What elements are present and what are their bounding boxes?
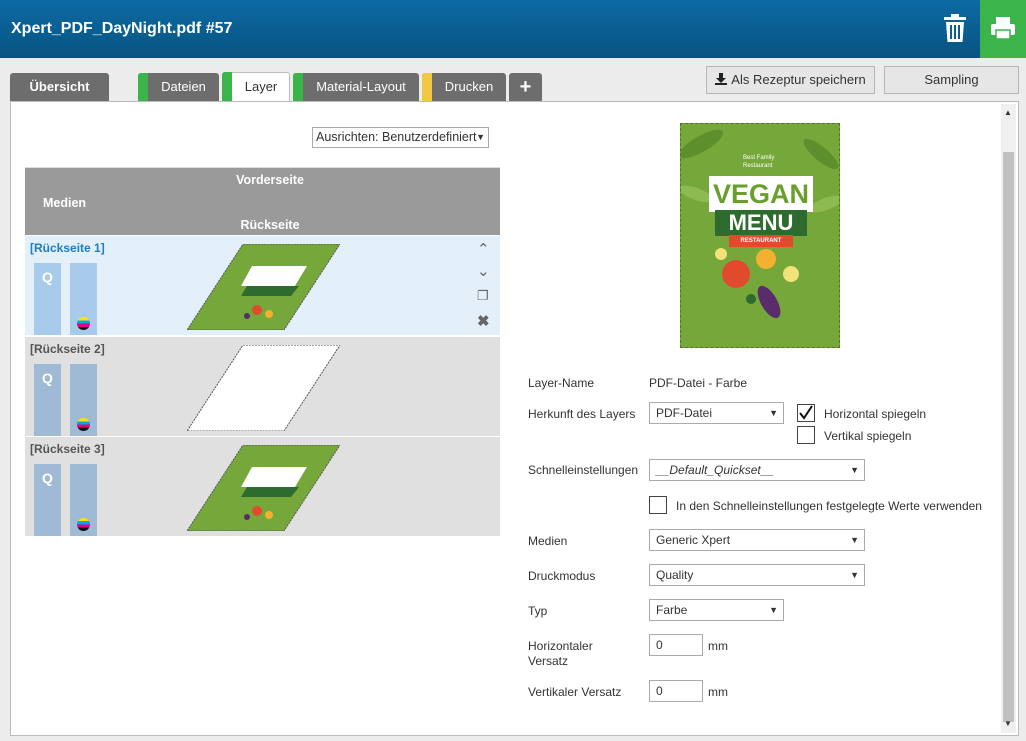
header-front: Vorderseite — [236, 173, 304, 187]
align-dropdown[interactable]: Ausrichten: Benutzerdefiniert ▼ — [312, 127, 489, 148]
title-bar: Xpert_PDF_DayNight.pdf #57 — [0, 0, 1026, 58]
q-strip: Q — [34, 364, 61, 436]
flip-vertical-label: Vertikal spiegeln — [824, 429, 912, 443]
scrollbar[interactable]: ▲ ▼ — [1001, 104, 1016, 733]
color-strip — [70, 364, 97, 436]
quickset-select[interactable]: __Default_Quickset__ ▼ — [649, 459, 865, 481]
move-down-icon[interactable]: ⌄ — [477, 262, 490, 280]
delete-icon[interactable]: ✖ — [477, 312, 490, 330]
layer-row-label: [Rückseite 1] — [30, 241, 105, 255]
scrollbar-thumb[interactable] — [1003, 152, 1014, 722]
tab-material-layout[interactable]: Material-Layout — [293, 73, 419, 101]
layer-thumbnail — [187, 445, 340, 531]
color-strip — [70, 263, 97, 335]
preview-ribbon: RESTAURANT — [729, 235, 793, 247]
header-back: Rückseite — [240, 218, 300, 232]
copy-icon[interactable]: ❐ — [477, 288, 489, 304]
v-offset-unit: mm — [708, 685, 728, 699]
layer-row[interactable]: [Rückseite 1] Q ⌃ ⌄ ❐ ✖ — [25, 236, 500, 335]
h-offset-input[interactable]: 0 — [649, 634, 703, 656]
tab-layer[interactable]: Layer — [222, 72, 290, 103]
layer-preview: Best Family Restaurant VEGAN MENU RESTAU… — [680, 123, 840, 348]
layer-row[interactable]: [Rückseite 3] Q — [25, 437, 500, 536]
scroll-up-icon[interactable]: ▲ — [1004, 108, 1012, 117]
cmyk-icon — [77, 518, 90, 531]
trash-icon[interactable] — [941, 13, 969, 43]
layer-name-label: Layer-Name — [528, 376, 595, 390]
layer-row-label: [Rückseite 2] — [30, 342, 105, 356]
window-title: Xpert_PDF_DayNight.pdf #57 — [11, 20, 233, 37]
v-offset-label: Vertikaler Versatz — [528, 685, 622, 699]
color-strip — [70, 464, 97, 536]
type-label: Typ — [528, 604, 548, 618]
print-mode-label: Druckmodus — [528, 569, 596, 583]
print-button[interactable] — [980, 0, 1026, 58]
v-offset-input[interactable]: 0 — [649, 680, 703, 702]
save-recipe-button[interactable]: Als Rezeptur speichern — [706, 66, 875, 94]
h-offset-unit: mm — [708, 639, 728, 653]
quickset-label: Schnelleinstellungen — [528, 463, 639, 477]
h-offset-label: Horizontaler Versatz — [528, 639, 593, 668]
preview-word-menu: MENU — [715, 210, 807, 236]
flip-horizontal-checkbox[interactable] — [797, 404, 815, 422]
q-strip: Q — [34, 464, 61, 536]
tab-files[interactable]: Dateien — [138, 73, 219, 101]
use-quickset-label: In den Schnelleinstellungen festgelegte … — [676, 499, 982, 513]
origin-select[interactable]: PDF-Datei ▼ — [649, 402, 784, 424]
checkmark-icon — [799, 405, 813, 420]
preview-top-text: Best Family Restaurant — [743, 155, 775, 169]
media-select[interactable]: Generic Xpert ▼ — [649, 529, 865, 551]
layer-thumbnail — [187, 244, 340, 330]
layer-thumbnail — [187, 345, 340, 431]
download-icon — [715, 73, 728, 85]
scroll-down-icon[interactable]: ▼ — [1004, 719, 1012, 728]
type-select[interactable]: Farbe ▼ — [649, 599, 784, 621]
cmyk-icon — [77, 418, 90, 431]
flip-horizontal-label: Horizontal spiegeln — [824, 407, 927, 421]
move-up-icon[interactable]: ⌃ — [477, 240, 490, 258]
preview-word-vegan: VEGAN — [709, 176, 813, 212]
add-tab-button[interactable]: + — [509, 73, 542, 101]
layer-name-value: PDF-Datei - Farbe — [649, 376, 748, 390]
cmyk-icon — [77, 317, 90, 330]
printer-icon — [991, 17, 1015, 40]
media-label: Medien — [528, 534, 568, 548]
layer-row-label: [Rückseite 3] — [30, 442, 105, 456]
header-media: Medien — [43, 196, 87, 210]
print-mode-select[interactable]: Quality ▼ — [649, 564, 865, 586]
origin-label: Herkunft des Layers — [528, 407, 636, 421]
flip-vertical-checkbox[interactable] — [797, 426, 815, 444]
sampling-button[interactable]: Sampling — [884, 66, 1019, 94]
tab-print[interactable]: Drucken — [422, 73, 506, 101]
layer-table-header: Vorderseite Medien Rückseite — [25, 167, 500, 235]
q-strip: Q — [34, 263, 61, 335]
layer-row[interactable]: [Rückseite 2] Q — [25, 337, 500, 436]
use-quickset-checkbox[interactable] — [649, 496, 667, 514]
tab-overview[interactable]: Übersicht — [10, 73, 109, 101]
